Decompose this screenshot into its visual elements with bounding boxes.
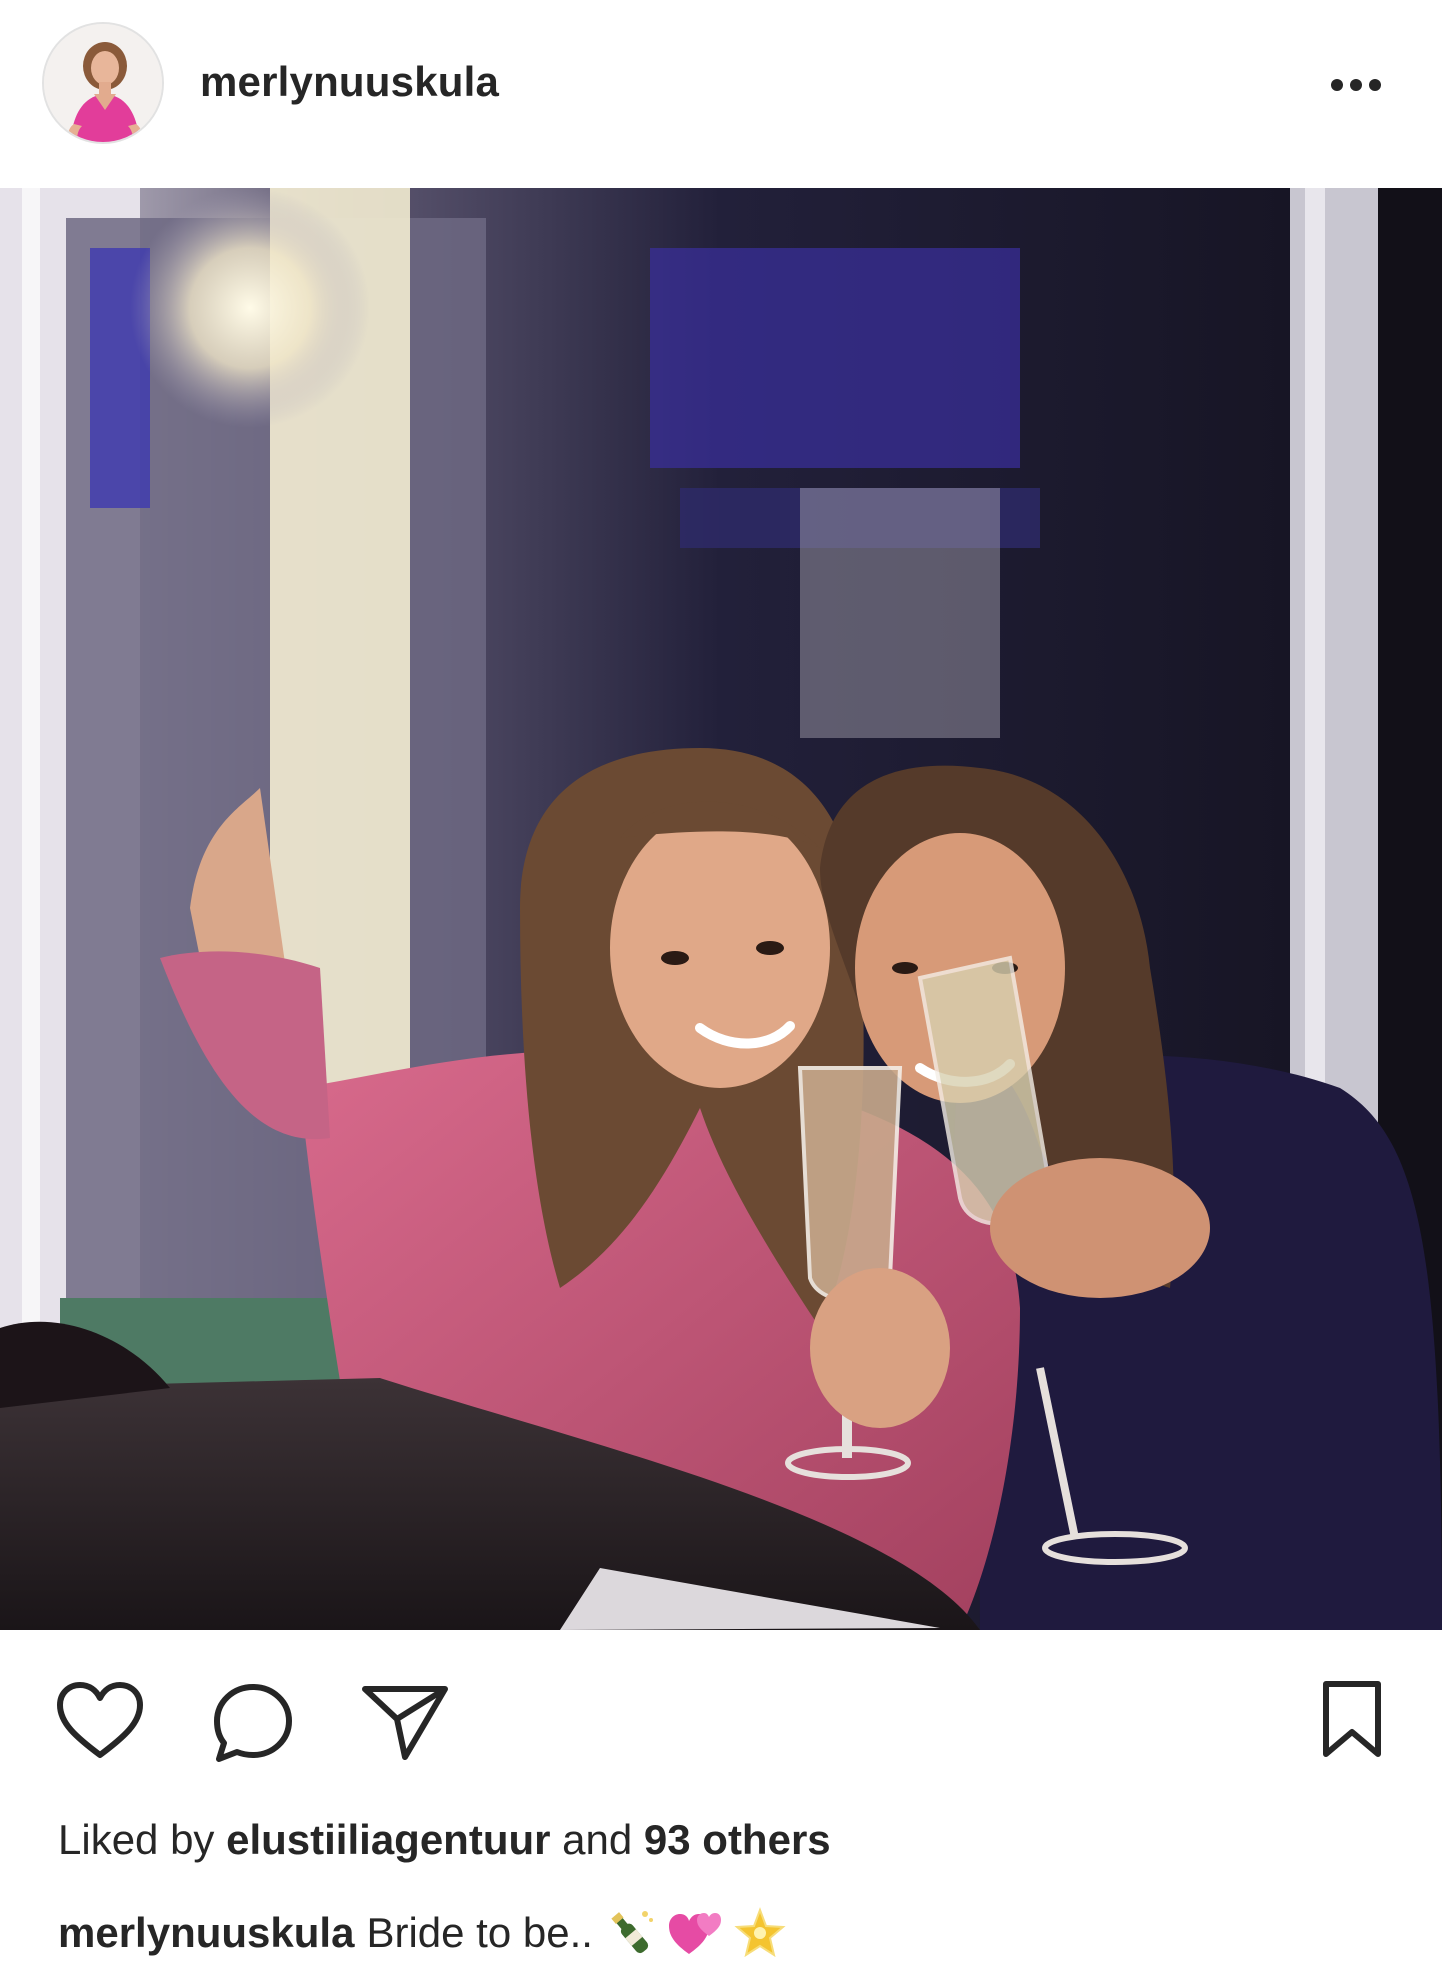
champagne-icon xyxy=(603,1906,657,1960)
caption: merlynuuskula Bride to be.. xyxy=(58,1906,787,1960)
likes-prefix: Liked by xyxy=(58,1816,227,1863)
avatar-image xyxy=(44,24,162,142)
photo-image xyxy=(0,188,1442,1630)
post-header: merlynuuskula xyxy=(0,0,1442,188)
heart-icon xyxy=(57,1682,143,1758)
liked-by-user[interactable]: elustiiliagentuur xyxy=(226,1816,550,1863)
more-options-button[interactable] xyxy=(1328,62,1384,108)
send-icon xyxy=(362,1686,448,1760)
post-photo[interactable] xyxy=(0,188,1442,1630)
likes-count[interactable]: 93 others xyxy=(644,1816,831,1863)
caption-text: Bride to be.. xyxy=(366,1909,593,1956)
comment-icon xyxy=(214,1684,292,1762)
caption-username[interactable]: merlynuuskula xyxy=(58,1909,354,1957)
glowing-star-icon xyxy=(733,1906,787,1960)
likes-line: Liked by elustiiliagentuur and 93 others xyxy=(58,1816,831,1864)
two-hearts-icon xyxy=(667,1906,723,1960)
save-button[interactable] xyxy=(1316,1678,1388,1762)
share-button[interactable] xyxy=(360,1682,450,1764)
like-button[interactable] xyxy=(54,1680,146,1762)
post-username[interactable]: merlynuuskula xyxy=(200,58,499,106)
action-bar xyxy=(0,1630,1442,1790)
likes-middle: and xyxy=(550,1816,644,1863)
comment-button[interactable] xyxy=(210,1680,296,1766)
more-horizontal-icon xyxy=(1331,79,1381,91)
avatar[interactable] xyxy=(42,22,164,144)
bookmark-icon xyxy=(1323,1681,1381,1757)
